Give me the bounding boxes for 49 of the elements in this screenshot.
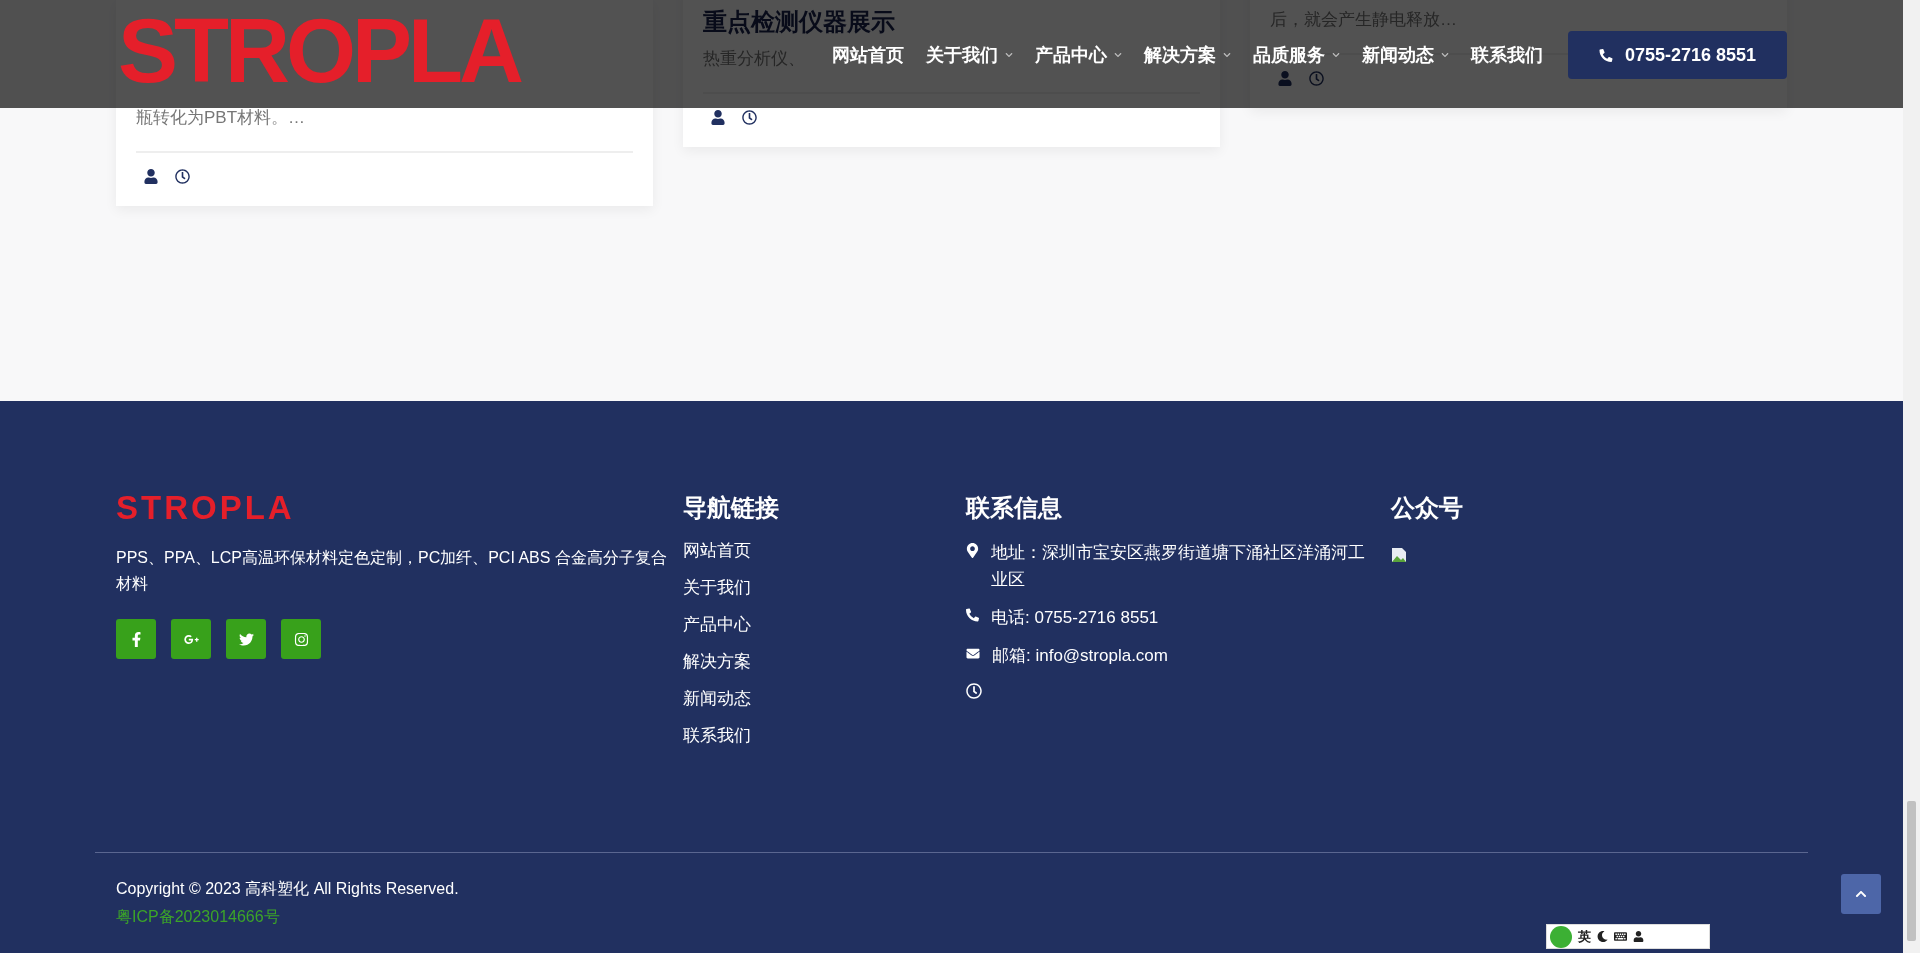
- contact-info: 邮箱: info@stropla.com: [992, 645, 1168, 667]
- user-icon: [1278, 71, 1292, 86]
- clock-icon: [966, 683, 982, 699]
- phone-icon: [966, 608, 979, 622]
- copyright-text: Copyright © 2023 高科塑化 All Rights Reserved.: [116, 879, 459, 899]
- envelope-icon: [966, 647, 980, 660]
- footer-nav-link[interactable]: 新闻动态: [683, 687, 751, 711]
- footer-nav-link[interactable]: 产品中心: [683, 613, 751, 637]
- ime-language: 英: [1578, 927, 1591, 946]
- clock-icon: [1309, 71, 1324, 86]
- keyboard-icon: [1614, 930, 1627, 943]
- broken-image-icon: [1391, 547, 1407, 563]
- contact-info: 电话: 0755-2716 8551: [991, 607, 1159, 629]
- nav-link[interactable]: 网站首页: [832, 43, 904, 67]
- nav-link[interactable]: 产品中心: [1035, 43, 1122, 67]
- location-pin-icon: [966, 543, 979, 558]
- clock-icon: [742, 110, 757, 125]
- icp-link[interactable]: 粤ICP备2023014666号: [116, 905, 280, 929]
- nav-link[interactable]: 联系我们: [1471, 43, 1543, 67]
- footer-heading: 公众号: [1391, 493, 1463, 523]
- twitter-button[interactable]: [226, 619, 266, 659]
- footer-heading: 联系信息: [966, 493, 1063, 523]
- footer-nav-link[interactable]: 解决方案: [683, 650, 751, 674]
- phone-icon: [1598, 48, 1613, 62]
- user-icon: [711, 110, 725, 125]
- phone-button[interactable]: 0755-2716 8551: [1568, 31, 1787, 79]
- instagram-button[interactable]: [281, 619, 321, 659]
- nav-link[interactable]: 新闻动态: [1362, 43, 1449, 67]
- card-excerpt: 瓶转化为PBT材料。…: [136, 107, 306, 129]
- footer-nav-link[interactable]: 关于我们: [683, 576, 751, 600]
- twitter-icon: [238, 631, 254, 647]
- footer-nav-link[interactable]: 网站首页: [683, 539, 751, 563]
- company-description: PPS、PPA、LCP高温环保材料定色定制，PC加纤、PCI ABS 合金高分子复合材料: [116, 548, 668, 594]
- user-icon: [1633, 931, 1644, 942]
- nav-link[interactable]: 品质服务: [1253, 43, 1340, 67]
- ime-logo-icon: [1550, 925, 1572, 948]
- footer-heading: 导航链接: [683, 493, 780, 523]
- instagram-icon: [293, 631, 309, 647]
- moon-icon: [1597, 931, 1608, 942]
- user-icon: [144, 169, 158, 184]
- contact-info: 地址：深圳市宝安区燕罗街道塘下涌社区洋涌河工业区: [991, 542, 1366, 591]
- footer-nav-link[interactable]: 联系我们: [683, 724, 751, 748]
- google-plus-button[interactable]: [171, 619, 211, 659]
- nav-link[interactable]: 关于我们: [926, 43, 1013, 67]
- facebook-button[interactable]: [116, 619, 156, 659]
- nav-link[interactable]: 解决方案: [1144, 43, 1231, 67]
- clock-icon: [175, 169, 190, 184]
- ime-toolbar[interactable]: 英: [1546, 924, 1710, 949]
- scrollbar[interactable]: [1903, 0, 1920, 953]
